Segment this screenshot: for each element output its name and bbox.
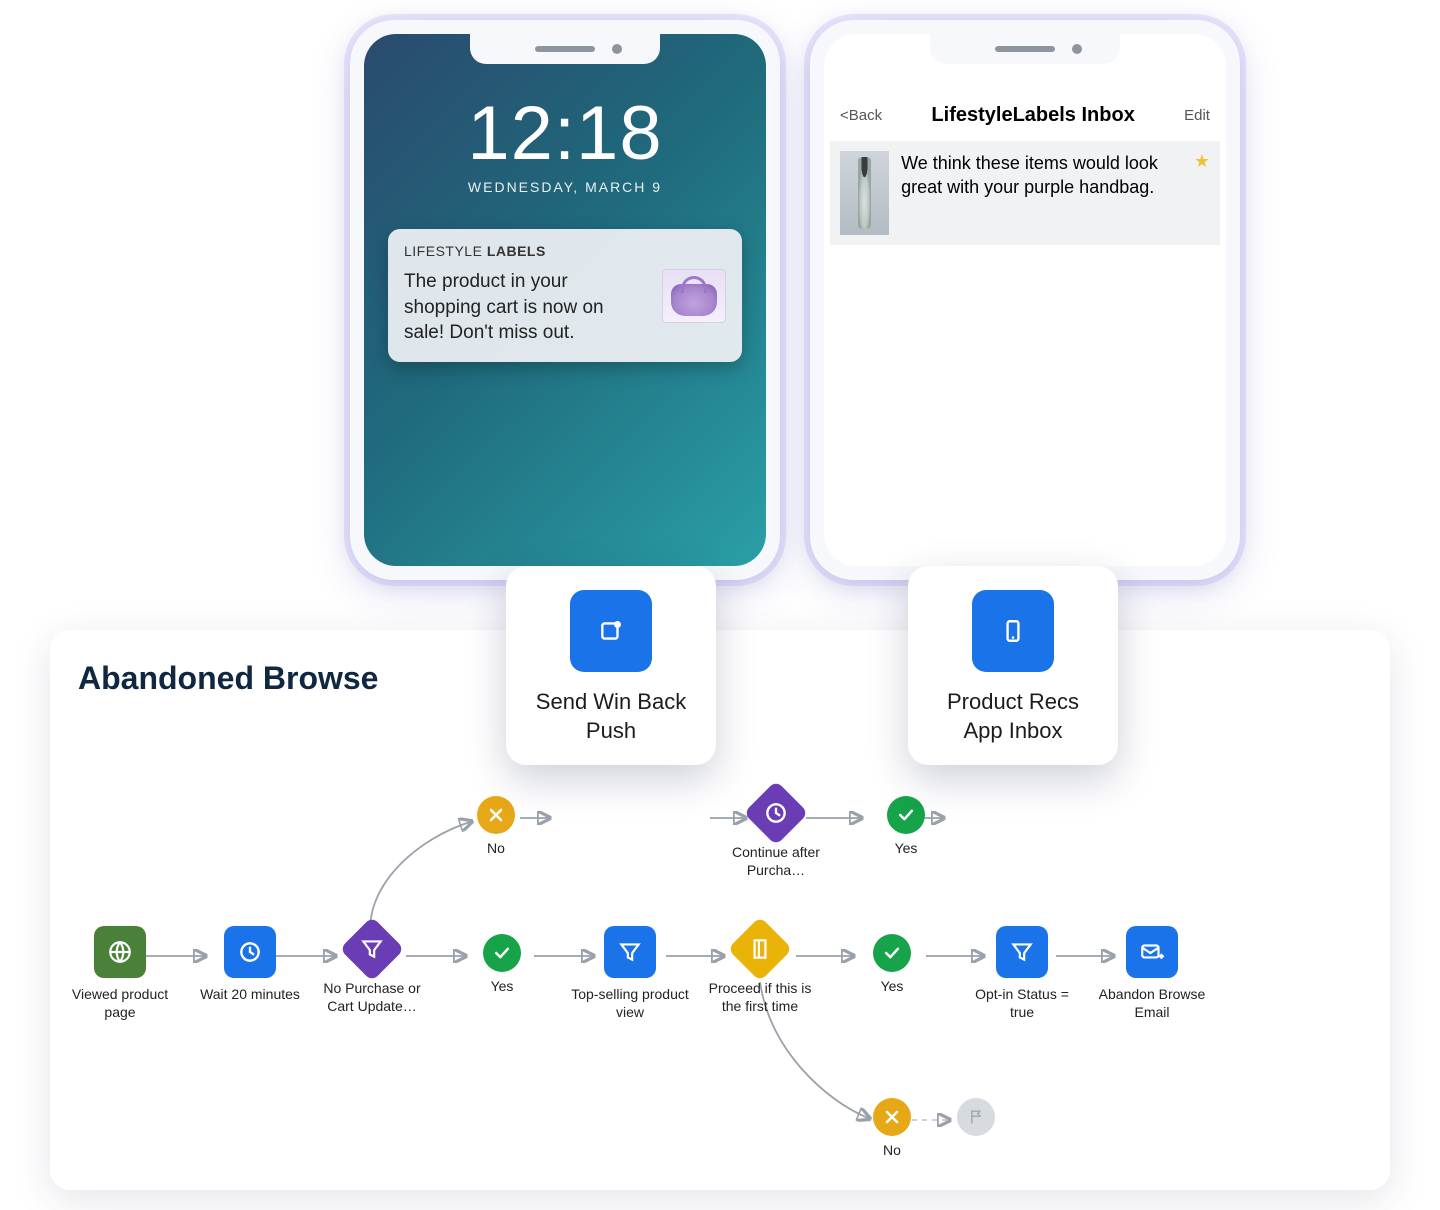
cancel-icon [477, 796, 515, 834]
filter-icon [339, 916, 404, 981]
email-send-icon [1126, 926, 1178, 978]
flow-connectors [50, 630, 1390, 1190]
node-top-selling[interactable]: Top-selling product view [570, 926, 690, 1021]
inbox-item-text: We think these items would look great wi… [901, 151, 1210, 200]
inbox-title: LifestyleLabels Inbox [931, 104, 1134, 127]
cancel-icon [873, 1098, 911, 1136]
journey-card-label: Send Win Back Push [524, 688, 698, 745]
check-icon [873, 934, 911, 972]
phone-lockscreen: 12:18 WEDNESDAY, MARCH 9 LIFESTYLE LABEL… [350, 20, 780, 580]
flag-icon [957, 1098, 995, 1136]
phone-notch [470, 34, 660, 64]
push-product-image [662, 269, 726, 323]
push-send-icon [570, 590, 652, 672]
node-yes-mid[interactable]: Yes [442, 934, 562, 996]
push-brand-thin: LIFESTYLE [404, 243, 487, 259]
push-body: The product in your shopping cart is now… [404, 269, 648, 346]
inbox-thumb [840, 151, 889, 235]
back-button[interactable]: <Back [840, 107, 882, 124]
node-yes-mid2[interactable]: Yes [832, 934, 952, 996]
panel-title: Abandoned Browse [78, 660, 1362, 697]
node-end [916, 1098, 1036, 1142]
edit-button[interactable]: Edit [1184, 107, 1210, 124]
node-wait[interactable]: Wait 20 minutes [190, 926, 310, 1004]
node-no-purchase-filter[interactable]: No Purchase or Cart Update… [312, 926, 432, 1015]
phone-inbox: <Back LifestyleLabels Inbox Edit We thin… [810, 20, 1240, 580]
push-notification[interactable]: LIFESTYLE LABELS The product in your sho… [388, 229, 742, 362]
lockscreen-time: 12:18 [364, 90, 766, 177]
node-no-top[interactable]: No [436, 796, 556, 858]
node-optin[interactable]: Opt-in Status = true [962, 926, 1082, 1021]
check-icon [887, 796, 925, 834]
clock-icon [224, 926, 276, 978]
journey-card-push[interactable]: Send Win Back Push [506, 566, 716, 765]
door-icon [727, 916, 792, 981]
node-yes-top[interactable]: Yes [846, 796, 966, 858]
inbox-item[interactable]: We think these items would look great wi… [830, 141, 1220, 245]
node-first-time[interactable]: Proceed if this is the first time [700, 926, 820, 1015]
journey-card-inbox[interactable]: Product Recs App Inbox [908, 566, 1118, 765]
push-brand: LIFESTYLE LABELS [404, 243, 726, 259]
journey-panel: Abandoned Browse [50, 630, 1390, 1190]
star-icon[interactable]: ★ [1194, 151, 1210, 172]
filter-icon [996, 926, 1048, 978]
journey-card-label: Product Recs App Inbox [926, 688, 1100, 745]
node-email[interactable]: Abandon Browse Email [1092, 926, 1212, 1021]
clock-icon [743, 780, 808, 845]
node-continue-purchase[interactable]: Continue after Purcha… [716, 790, 836, 879]
lockscreen-date: WEDNESDAY, MARCH 9 [364, 179, 766, 195]
phone-notch [930, 34, 1120, 64]
push-brand-bold: LABELS [487, 243, 546, 259]
node-viewed-product[interactable]: Viewed product page [60, 926, 180, 1021]
globe-icon [94, 926, 146, 978]
check-icon [483, 934, 521, 972]
phone-mockups: 12:18 WEDNESDAY, MARCH 9 LIFESTYLE LABEL… [50, 20, 1390, 590]
app-inbox-icon [972, 590, 1054, 672]
filter-icon [604, 926, 656, 978]
